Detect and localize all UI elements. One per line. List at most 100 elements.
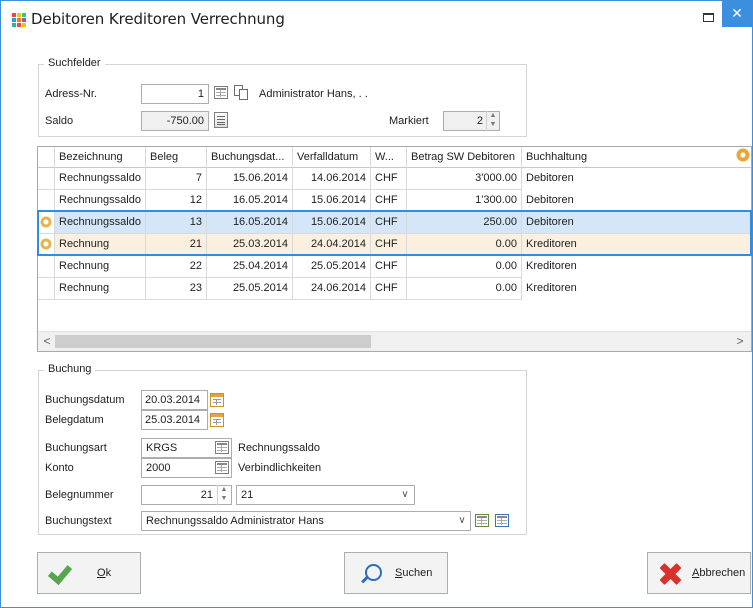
- buchungstext-input[interactable]: Rechnungssaldo Administrator Hans: [141, 511, 471, 531]
- buchungsdatum-label: Buchungsdatum: [45, 394, 125, 406]
- cell-buchhaltung: Debitoren: [526, 172, 574, 184]
- adress-lookup-icon[interactable]: [214, 86, 228, 99]
- cell-buchhaltung: Debitoren: [522, 212, 751, 234]
- marked-gear-icon: [40, 238, 52, 250]
- edit-text-icon[interactable]: [495, 514, 509, 527]
- cell-buchungsdatum: 16.05.2014: [207, 212, 293, 234]
- row-indicator: [38, 234, 55, 256]
- scroll-left-icon[interactable]: <: [40, 334, 54, 348]
- chevron-down-icon[interactable]: ∨: [455, 512, 469, 530]
- entries-grid: Bezeichnung Beleg Buchungsdat... Verfall…: [37, 146, 752, 352]
- close-x-icon: [658, 562, 682, 586]
- column-chooser-gear-icon[interactable]: [736, 148, 750, 162]
- close-button[interactable]: ✕: [722, 1, 752, 27]
- add-text-icon[interactable]: [475, 514, 489, 527]
- maximize-button[interactable]: [703, 13, 714, 22]
- cell-betrag: 250.00: [407, 212, 522, 234]
- table-row[interactable]: Rechnung 23 25.05.2014 24.06.2014 CHF 0.…: [38, 278, 751, 300]
- cell-verfalldatum: 14.06.2014: [293, 168, 371, 190]
- cell-betrag: 0.00: [407, 256, 522, 278]
- adress-nr-label: Adress-Nr.: [45, 88, 97, 100]
- cell-betrag: 0.00: [407, 278, 522, 300]
- spinner-down-icon[interactable]: ▼: [218, 494, 230, 503]
- belegdatum-input[interactable]: 25.03.2014: [141, 410, 208, 430]
- cell-waehrung: CHF: [371, 212, 407, 234]
- abbrechen-button[interactable]: Abbrechen: [647, 552, 751, 594]
- cell-waehrung: CHF: [371, 168, 407, 190]
- app-grid-icon: [12, 13, 26, 27]
- cell-buchhaltung: Debitoren: [526, 194, 574, 206]
- marked-gear-icon: [40, 216, 52, 228]
- cell-beleg: 13: [146, 212, 207, 234]
- indicator-column-header: [38, 147, 55, 168]
- konto-lookup-icon[interactable]: [215, 461, 229, 474]
- cell-waehrung: CHF: [371, 256, 407, 278]
- cell-bezeichnung: Rechnungssaldo: [55, 190, 146, 212]
- calculator-icon[interactable]: [214, 112, 228, 128]
- belegdatum-label: Belegdatum: [45, 414, 104, 426]
- window-title: Debitoren Kreditoren Verrechnung: [31, 10, 285, 28]
- horizontal-scrollbar[interactable]: < >: [38, 331, 751, 351]
- adress-name-text: Administrator Hans, . .: [259, 88, 368, 100]
- dialog-window: Debitoren Kreditoren Verrechnung ✕ Suchf…: [0, 0, 753, 608]
- cell-buchungsdatum: 16.05.2014: [207, 190, 293, 212]
- buchungstext-label: Buchungstext: [45, 515, 112, 527]
- cell-beleg: 7: [146, 168, 207, 190]
- belegnummer-spinner[interactable]: ▲ ▼: [217, 485, 230, 505]
- cell-betrag: 0.00: [407, 234, 522, 256]
- column-header[interactable]: Verfalldatum: [293, 147, 371, 168]
- checkmark-icon: [46, 563, 70, 583]
- cell-bezeichnung: Rechnung: [55, 278, 146, 300]
- cell-verfalldatum: 24.04.2014: [293, 234, 371, 256]
- belegnummer-select[interactable]: 21: [236, 485, 415, 505]
- column-header[interactable]: Buchhaltung: [522, 147, 732, 168]
- column-header[interactable]: Bezeichnung: [55, 147, 146, 168]
- table-row[interactable]: Rechnung 22 25.04.2014 25.05.2014 CHF 0.…: [38, 256, 751, 278]
- cell-buchungsdatum: 15.06.2014: [207, 168, 293, 190]
- table-row[interactable]: Rechnungssaldo 12 16.05.2014 15.06.2014 …: [38, 190, 751, 212]
- row-indicator: [38, 256, 55, 278]
- scrollbar-thumb[interactable]: [55, 335, 371, 348]
- grid-header: Bezeichnung Beleg Buchungsdat... Verfall…: [38, 147, 751, 168]
- konto-description: Verbindlichkeiten: [238, 462, 322, 474]
- cell-beleg: 23: [146, 278, 207, 300]
- cell-bezeichnung: Rechnungssaldo: [55, 212, 146, 234]
- cell-verfalldatum: 24.06.2014: [293, 278, 371, 300]
- cell-bezeichnung: Rechnung: [55, 234, 146, 256]
- copy-icon[interactable]: [234, 85, 249, 100]
- column-header[interactable]: Beleg: [146, 147, 207, 168]
- cell-waehrung: CHF: [371, 190, 407, 212]
- calendar-icon[interactable]: [210, 413, 224, 427]
- buchungsart-label: Buchungsart: [45, 442, 107, 454]
- buchungsart-description: Rechnungssaldo: [238, 442, 320, 454]
- cell-waehrung: CHF: [371, 278, 407, 300]
- belegnummer-label: Belegnummer: [45, 489, 114, 501]
- scroll-right-icon[interactable]: >: [733, 334, 747, 348]
- markiert-spinner: ▲ ▼: [486, 111, 499, 131]
- cell-buchungsdatum: 25.04.2014: [207, 256, 293, 278]
- cell-verfalldatum: 25.05.2014: [293, 256, 371, 278]
- buchungsart-lookup-icon[interactable]: [215, 441, 229, 454]
- markiert-label: Markiert: [389, 115, 429, 127]
- adress-nr-input[interactable]: 1: [141, 84, 209, 104]
- spinner-up-icon[interactable]: ▲: [218, 485, 230, 494]
- column-header[interactable]: W...: [371, 147, 407, 168]
- chevron-down-icon[interactable]: ∨: [398, 486, 412, 504]
- table-row-selected[interactable]: Rechnungssaldo 13 16.05.2014 15.06.2014 …: [38, 212, 751, 234]
- suchen-button[interactable]: Suchen: [344, 552, 448, 594]
- buchungsdatum-input[interactable]: 20.03.2014: [141, 390, 208, 410]
- cell-bezeichnung: Rechnungssaldo: [55, 168, 146, 190]
- saldo-label: Saldo: [45, 115, 74, 127]
- cell-bezeichnung: Rechnung: [55, 256, 146, 278]
- cell-waehrung: CHF: [371, 234, 407, 256]
- spinner-down-icon: ▼: [489, 121, 497, 128]
- row-indicator: [38, 278, 55, 300]
- column-header[interactable]: Betrag SW Debitoren: [407, 147, 522, 168]
- konto-label: Konto: [45, 462, 74, 474]
- column-header[interactable]: Buchungsdat...: [207, 147, 293, 168]
- ok-button[interactable]: Ok: [37, 552, 141, 594]
- cell-buchhaltung: Kreditoren: [526, 282, 577, 294]
- table-row[interactable]: Rechnungssaldo 7 15.06.2014 14.06.2014 C…: [38, 168, 751, 190]
- table-row-selected[interactable]: Rechnung 21 25.03.2014 24.04.2014 CHF 0.…: [38, 234, 751, 256]
- calendar-icon[interactable]: [210, 393, 224, 407]
